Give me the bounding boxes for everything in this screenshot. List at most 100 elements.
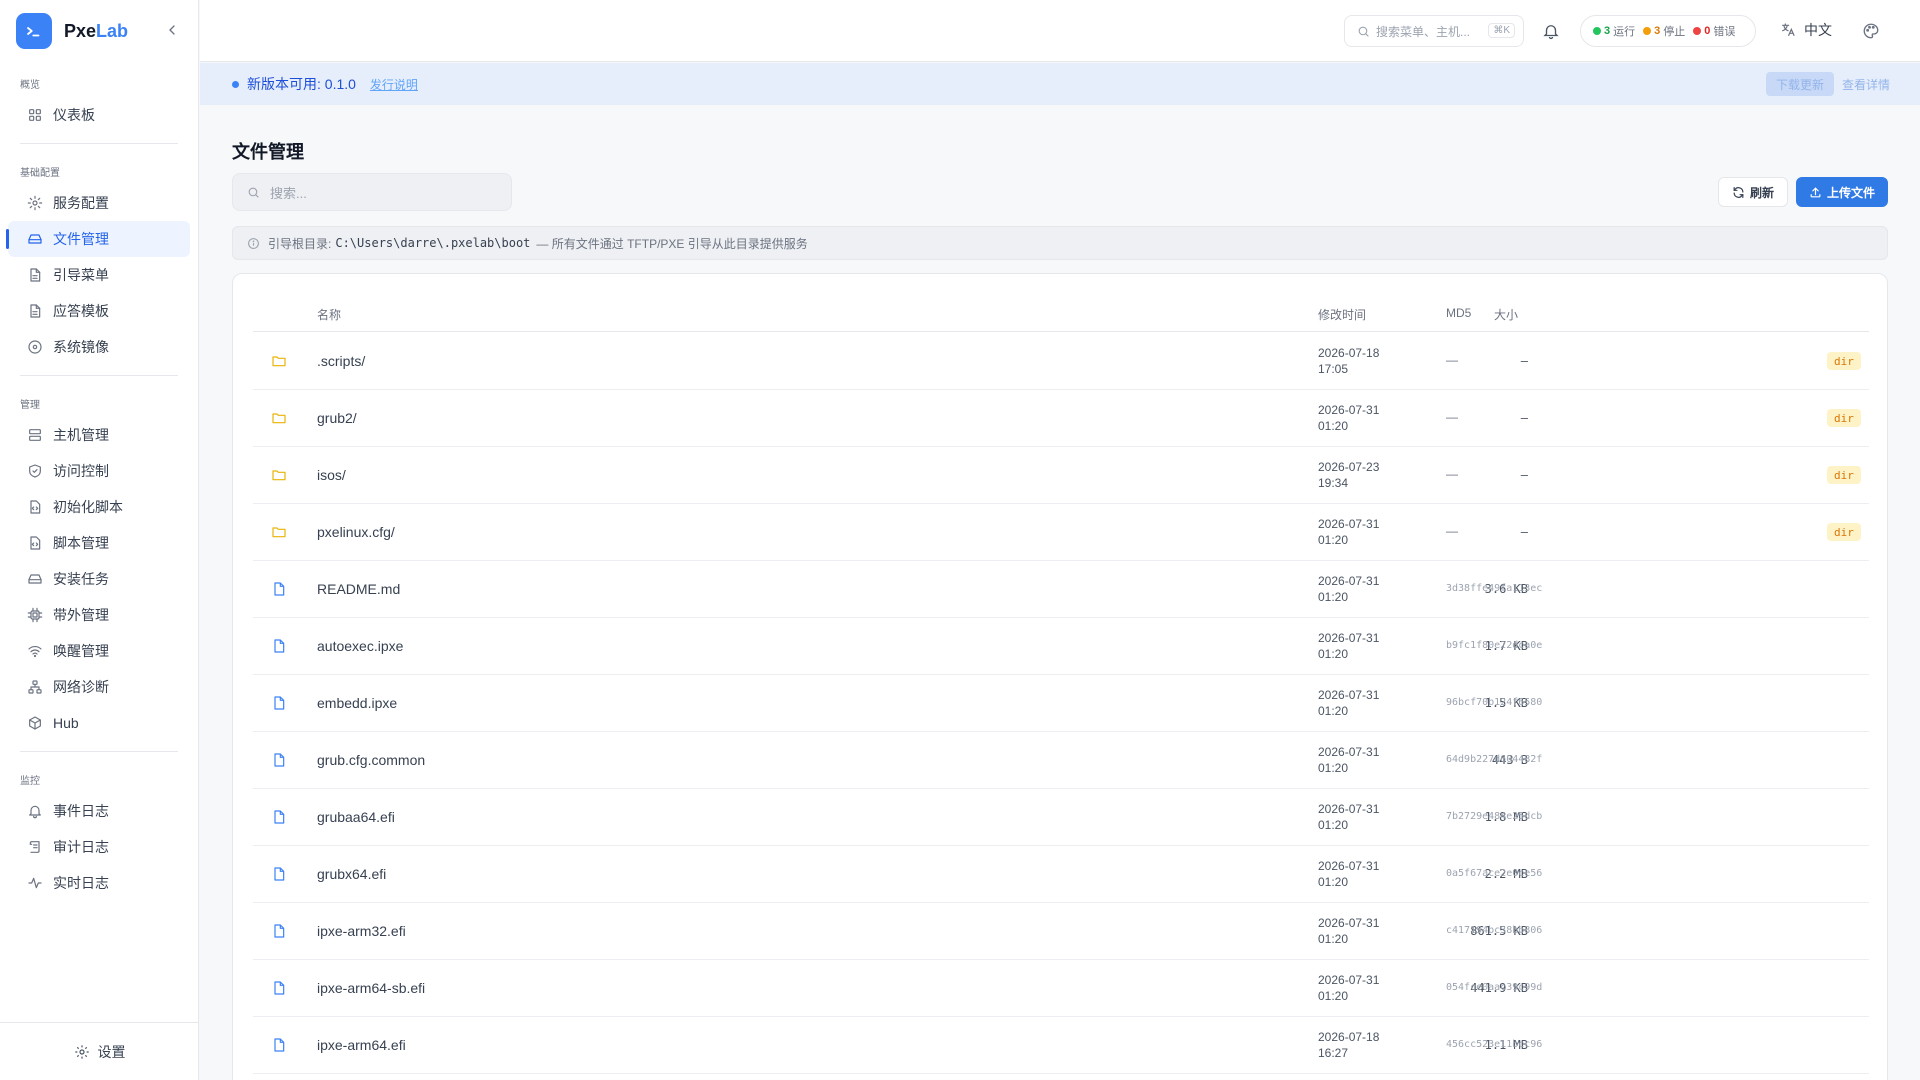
md5-value: — xyxy=(1446,353,1458,367)
sidebar-item[interactable]: 唤醒管理 xyxy=(8,633,190,669)
upload-file-button[interactable]: 上传文件 xyxy=(1796,177,1888,207)
file-name[interactable]: grub.cfg.common xyxy=(317,752,425,768)
file-name[interactable]: isos/ xyxy=(317,467,346,483)
md5-value: 456cc523e11bcc96 xyxy=(1446,1039,1543,1050)
bell-icon[interactable] xyxy=(1542,22,1560,40)
table-row[interactable]: ipxe-arm64.efi 1.1 MB 2026-07-18 16:27 456cc… xyxy=(253,1017,1869,1074)
table-row[interactable]: autoexec.ipxe 1.7 KB 2026-07-31 01:20 b9fc1f… xyxy=(253,618,1869,675)
folder-icon xyxy=(272,356,286,367)
file-name[interactable]: ipxe-arm32.efi xyxy=(317,923,406,939)
sidebar-item-label: 实时日志 xyxy=(53,875,109,891)
file-name[interactable]: embedd.ipxe xyxy=(317,695,397,711)
file-table: 名称 大小 修改时间 MD5 .scripts/ — 2026-07-18 17:05… xyxy=(232,273,1888,1080)
download-update-button[interactable]: 下载更新 xyxy=(1765,72,1834,96)
table-row[interactable]: grubaa64.efi 1.8 MB 2026-07-31 01:20 7b2729e… xyxy=(253,789,1869,846)
view-details-link[interactable]: 查看详情 xyxy=(1842,76,1890,93)
header-size[interactable]: 大小 xyxy=(1494,306,1518,323)
palette-icon[interactable] xyxy=(1862,22,1880,40)
md5-value: — xyxy=(1446,467,1458,481)
nav-divider xyxy=(20,143,178,144)
table-row[interactable]: grub2/ — 2026-07-31 01:20 — dir xyxy=(253,390,1869,447)
sidebar-item[interactable]: 实时日志 xyxy=(8,865,190,901)
header-mtime[interactable]: 修改时间 xyxy=(1318,306,1366,323)
boot-root-label: 引导根目录: xyxy=(268,236,332,251)
sidebar-item[interactable]: 网络诊断 xyxy=(8,669,190,705)
md5-value: 96bcf70b124f6580 xyxy=(1446,697,1543,708)
boot-root-path: C:\Users\darre\.pxelab\boot xyxy=(335,236,531,250)
sidebar-item[interactable]: 文件管理 xyxy=(6,221,190,257)
table-row[interactable]: isos/ — 2026-07-23 19:34 — dir xyxy=(253,447,1869,504)
table-row[interactable]: ipxe-arm32.efi 861.5 KB 2026-07-31 01:20 c41… xyxy=(253,903,1869,960)
file-size: — xyxy=(1520,468,1528,482)
sidebar-nav: 概览 仪表板 基础配置 服务配置 文件管理 引导菜单 应答模板 系统镜像 管理 主机管理 访问控制初… xyxy=(0,62,198,901)
file-icon xyxy=(274,696,285,710)
file-search-input[interactable]: 搜索... xyxy=(232,173,512,211)
file-code-icon xyxy=(30,500,41,514)
settings-button[interactable]: 设置 xyxy=(0,1022,199,1080)
file-name[interactable]: grubx64.efi xyxy=(317,866,386,882)
shortcut-hint: ⌘K xyxy=(1488,23,1515,38)
drive-icon xyxy=(28,234,42,244)
sidebar-item-label: 仪表板 xyxy=(53,107,95,123)
release-notes-link[interactable]: 发行说明 xyxy=(370,76,418,93)
table-row[interactable]: pxelinux.cfg/ — 2026-07-31 01:20 — dir xyxy=(253,504,1869,561)
file-icon xyxy=(30,268,41,282)
nav-section-label: 概览 xyxy=(20,80,40,91)
language-switch[interactable]: 中文 xyxy=(1780,20,1832,40)
sidebar-item-label: 应答模板 xyxy=(53,303,109,319)
md5-value: — xyxy=(1446,524,1458,538)
table-row[interactable]: README.md 3.6 KB 2026-07-31 01:20 3d38ffe49f… xyxy=(253,561,1869,618)
sidebar-item-label: 审计日志 xyxy=(53,839,109,855)
file-name[interactable]: pxelinux.cfg/ xyxy=(317,524,395,540)
file-name[interactable]: autoexec.ipxe xyxy=(317,638,403,654)
file-icon xyxy=(30,304,41,318)
sidebar-item[interactable]: 应答模板 xyxy=(8,293,190,329)
boot-root-info: 引导根目录: C:\Users\darre\.pxelab\boot — 所有文… xyxy=(232,226,1888,260)
md5-value: 0a5f67ace2e0ce56 xyxy=(1446,868,1543,879)
modified-time: 2026-07-31 01:20 xyxy=(1318,859,1380,889)
update-dot xyxy=(232,80,239,88)
nav-section-label: 管理 xyxy=(20,400,40,411)
sidebar-item[interactable]: 安装任务 xyxy=(8,561,190,597)
network-icon xyxy=(28,680,42,694)
sidebar-item[interactable]: 仪表板 xyxy=(8,97,190,133)
sidebar-item-label: 初始化脚本 xyxy=(53,499,123,515)
sidebar-item[interactable]: 事件日志 xyxy=(8,793,190,829)
header-name[interactable]: 名称 xyxy=(317,306,341,323)
table-row[interactable]: .scripts/ — 2026-07-18 17:05 — dir xyxy=(253,333,1869,390)
file-name[interactable]: ipxe-arm64.efi xyxy=(317,1037,406,1053)
chevron-left-icon[interactable] xyxy=(164,22,180,38)
sidebar-item[interactable]: 带外管理 xyxy=(8,597,190,633)
sidebar-item[interactable]: Hub xyxy=(8,705,190,741)
service-status-pill[interactable]: 3 运行 3 停止 0 错误 xyxy=(1580,15,1756,47)
sidebar-item[interactable]: 服务配置 xyxy=(8,185,190,221)
header-md5[interactable]: MD5 xyxy=(1446,306,1471,320)
file-name[interactable]: README.md xyxy=(317,581,400,597)
file-name[interactable]: grubaa64.efi xyxy=(317,809,395,825)
wifi-icon xyxy=(28,645,42,658)
file-name[interactable]: grub2/ xyxy=(317,410,357,426)
sidebar-item-label: 网络诊断 xyxy=(53,679,109,695)
file-icon xyxy=(274,639,285,653)
sidebar-item[interactable]: 引导菜单 xyxy=(8,257,190,293)
sidebar-item[interactable]: 审计日志 xyxy=(8,829,190,865)
file-name[interactable]: ipxe-arm64-sb.efi xyxy=(317,980,425,996)
global-search-input[interactable]: 搜索菜单、主机... ⌘K xyxy=(1344,15,1524,47)
sidebar-item[interactable]: 系统镜像 xyxy=(8,329,190,365)
table-row[interactable]: ipxe-arm64-sb.efi 441.9 KB 2026-07-31 01:20… xyxy=(253,960,1869,1017)
sidebar-item[interactable]: 主机管理 xyxy=(8,417,190,453)
table-row[interactable]: grub.cfg.common 443 B 2026-07-31 01:20 64d9b… xyxy=(253,732,1869,789)
gear-icon xyxy=(27,195,43,211)
table-row[interactable]: embedd.ipxe 1.5 KB 2026-07-31 01:20 96bcf70b… xyxy=(253,675,1869,732)
sidebar-item-label: 带外管理 xyxy=(53,607,109,623)
gear-icon xyxy=(74,1044,89,1059)
file-name[interactable]: .scripts/ xyxy=(317,353,365,369)
table-row[interactable]: grubx64.efi 2.2 MB 2026-07-31 01:20 0a5f67ac… xyxy=(253,846,1869,903)
sidebar-item[interactable]: 脚本管理 xyxy=(8,525,190,561)
sidebar-item[interactable]: 初始化脚本 xyxy=(8,489,190,525)
sidebar-item[interactable]: 访问控制 xyxy=(8,453,190,489)
refresh-button[interactable]: 刷新 xyxy=(1718,177,1788,207)
sidebar: PxeLab 概览 仪表板 基础配置 服务配置 文件管理 引导菜单 应答模板 系统镜像 管理 主机… xyxy=(0,0,199,1080)
scroll-icon xyxy=(29,841,40,853)
sidebar-item-label: 文件管理 xyxy=(53,231,109,247)
